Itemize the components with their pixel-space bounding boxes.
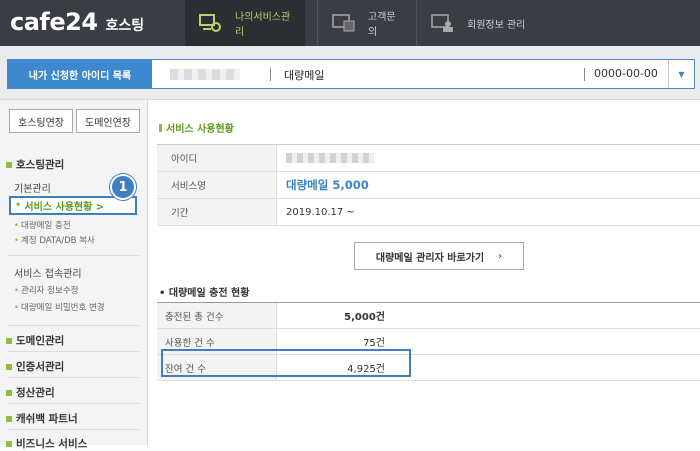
- id-list-label: 내가 신청한 아이디 목록: [8, 60, 152, 88]
- divider: [8, 403, 140, 404]
- hosting-extend-button[interactable]: 호스팅연장: [9, 109, 73, 133]
- sidebar-item-mail-password[interactable]: • 대량메일 비밀번호 변경: [14, 301, 105, 313]
- usage-title: 서비스 사용현황: [159, 120, 234, 135]
- bullet-icon: •: [14, 221, 20, 231]
- service-info-table: 아이디 서비스명 대량메일 5,000 기간 2019.10.17 ~: [157, 144, 700, 226]
- divider: [8, 429, 140, 430]
- table-row: 서비스명 대량메일 5,000: [157, 172, 700, 199]
- sidebar-section-domain[interactable]: 도메인관리: [6, 333, 64, 348]
- sidebar-item-label: 대량메일 비밀번호 변경: [21, 303, 105, 313]
- charge-status-title: • 대량메일 충전 현황: [159, 288, 250, 299]
- logo-sub: 호스팅: [105, 18, 145, 34]
- bullet-icon: [6, 389, 12, 396]
- sidebar-item-label: 관리자 정보수정: [21, 286, 79, 296]
- row-header: 아이디: [157, 145, 277, 171]
- sidebar-item-mail-charge[interactable]: • 대량메일 충전: [14, 219, 71, 231]
- nav-label: 나의서비스관리: [235, 12, 291, 38]
- nav-label: 고객문의: [368, 12, 396, 38]
- nav-label: 회원정보 관리: [467, 19, 526, 31]
- row-header: 서비스명: [157, 172, 277, 198]
- section-label: 정산관리: [16, 387, 55, 399]
- button-label: 대량메일 관리자 바로가기: [375, 252, 485, 264]
- divider: [8, 377, 140, 378]
- chevron-down-icon[interactable]: ▼: [668, 60, 694, 88]
- sidebar-item-label: 대량메일 충전: [21, 221, 71, 231]
- main-nav: 나의서비스관리 고객문의 회원정보 관리: [185, 0, 557, 46]
- sidebar-item-data-copy[interactable]: • 계정 DATA/DB 복사: [14, 234, 95, 246]
- sidebar-section-hosting[interactable]: 호스팅관리: [6, 157, 64, 172]
- domain-extend-button[interactable]: 도메인연장: [76, 109, 140, 133]
- remaining-highlight-box: [161, 349, 411, 377]
- row-header: 기간: [157, 199, 277, 225]
- member-info-icon: [431, 13, 455, 33]
- sidebar-item-label: 계정 DATA/DB 복사: [21, 236, 95, 246]
- divider: [584, 68, 585, 81]
- row-header: 충전된 총 건수: [157, 303, 277, 328]
- chevron-right-icon: ›: [498, 250, 503, 262]
- id-date: 0000-00-00: [594, 67, 658, 80]
- bullet-icon: [6, 440, 12, 447]
- bullet-icon: •: [14, 236, 20, 246]
- sidebar-item-admin-info[interactable]: • 관리자 정보수정: [14, 284, 78, 296]
- blurred-id: [170, 69, 240, 80]
- goto-mail-admin-button[interactable]: 대량메일 관리자 바로가기 ›: [354, 242, 524, 270]
- sidebar-section-cashback[interactable]: 캐쉬백 파트너: [6, 411, 78, 426]
- table-row: 아이디: [157, 145, 700, 172]
- divider: [270, 68, 271, 81]
- id-select[interactable]: 내가 신청한 아이디 목록 대량메일 0000-00-00 ▼: [7, 59, 695, 89]
- bullet-icon: •: [14, 286, 20, 296]
- nav-my-service[interactable]: 나의서비스관리: [185, 0, 305, 46]
- divider: [8, 255, 140, 256]
- title-bullet-icon: [159, 123, 162, 132]
- nav-member-info[interactable]: 회원정보 관리: [417, 0, 557, 46]
- total-count-value: 5,000건: [344, 312, 385, 323]
- active-item-label: 서비스 사용현황 >: [24, 202, 105, 213]
- bullet-icon: [6, 415, 12, 422]
- sidebar-service-access: 서비스 접속관리: [14, 269, 82, 280]
- bullet-icon: •: [15, 200, 22, 211]
- logo-text: cafe24: [10, 8, 98, 36]
- sidebar-section-business[interactable]: 비즈니스 서비스: [6, 436, 87, 451]
- main-content: 서비스 사용현황 아이디 서비스명 대량메일 5,000 기간 2019.10.…: [149, 100, 700, 445]
- service-manage-icon: [199, 13, 223, 33]
- service-name-value: 대량메일 5,000: [286, 178, 369, 192]
- divider: [8, 325, 140, 326]
- section-label: 도메인관리: [16, 335, 65, 347]
- id-service-name: 대량메일: [284, 69, 325, 82]
- divider: [8, 351, 140, 352]
- sidebar-section-cert[interactable]: 인증서관리: [6, 359, 64, 374]
- id-bar-area: 내가 신청한 아이디 목록 대량메일 0000-00-00 ▼: [0, 46, 700, 100]
- usage-title-text: 서비스 사용현황: [166, 124, 234, 135]
- table-row: 기간 2019.10.17 ~: [157, 199, 700, 226]
- bullet-icon: •: [14, 303, 20, 313]
- bullet-icon: [6, 161, 12, 168]
- top-bar: cafe24 호스팅 나의서비스관리 고객문의 회원정보 관리: [0, 0, 700, 46]
- bullet-icon: [6, 363, 12, 370]
- sidebar-basic-mgmt: 기본관리: [14, 184, 51, 195]
- customer-inquiry-icon: [332, 13, 356, 33]
- cafe24-logo[interactable]: cafe24 호스팅: [10, 8, 144, 38]
- id-value: [277, 145, 700, 171]
- nav-customer-inquiry[interactable]: 고객문의: [318, 0, 416, 46]
- section-label: 캐쉬백 파트너: [16, 413, 78, 425]
- table-row: 충전된 총 건수 5,000건: [157, 303, 700, 329]
- blurred-id: [286, 153, 374, 163]
- step-badge: 1: [110, 174, 136, 200]
- period-value: 2019.10.17 ~: [286, 206, 355, 218]
- section-label: 인증서관리: [16, 361, 65, 373]
- bullet-icon: [6, 337, 12, 344]
- section-label: 호스팅관리: [16, 159, 65, 171]
- sidebar-section-billing[interactable]: 정산관리: [6, 385, 55, 400]
- section-label: 비즈니스 서비스: [16, 438, 88, 450]
- sidebar: 호스팅연장 도메인연장 호스팅관리 기본관리 • 서비스 사용현황 > 1 • 대…: [0, 100, 148, 450]
